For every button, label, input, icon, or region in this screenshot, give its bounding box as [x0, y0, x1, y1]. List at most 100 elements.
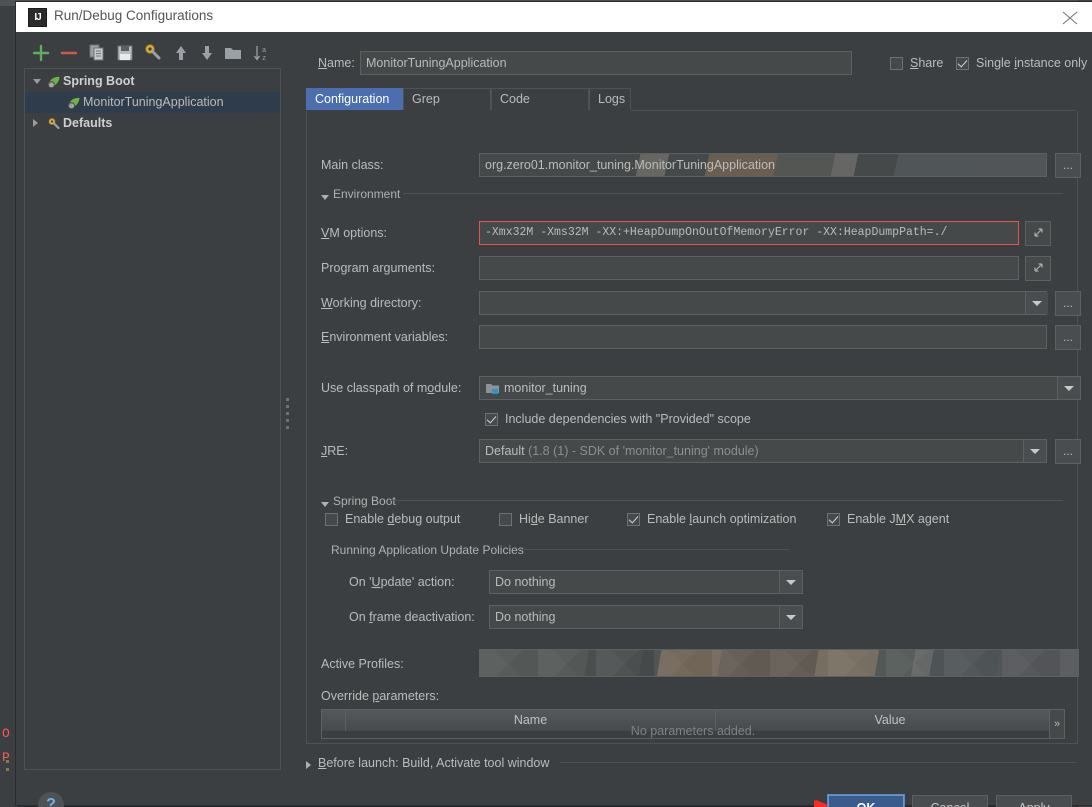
vm-options-expand-button[interactable] [1025, 221, 1051, 246]
use-classpath-value: monitor_tuning [504, 381, 587, 395]
use-classpath-label: Use classpath of module: [321, 381, 462, 395]
on-update-action-label: On 'Update' action: [349, 575, 455, 589]
cancel-button[interactable]: Cancel [912, 795, 988, 807]
apply-button[interactable]: Apply [996, 795, 1072, 807]
close-icon[interactable] [1046, 2, 1092, 32]
include-provided-label: Include dependencies with "Provided" sco… [505, 412, 751, 426]
update-policies-line [519, 549, 789, 550]
tree-node-label: Spring Boot [63, 74, 135, 88]
program-arguments-input[interactable] [479, 256, 1019, 280]
plus-icon[interactable] [30, 42, 52, 64]
on-update-action-combobox[interactable]: Do nothing [489, 570, 803, 594]
ok-button[interactable]: OK [827, 794, 905, 807]
program-arguments-expand-button[interactable] [1025, 256, 1051, 281]
environment-section-line [403, 193, 1063, 194]
tree-node-spring-boot[interactable]: @ Spring Boot [25, 71, 280, 92]
tab-code-coverage[interactable]: Code Coverage [491, 88, 589, 127]
wrench-icon[interactable] [142, 42, 164, 64]
help-button[interactable]: ? [38, 792, 64, 807]
tree-node-defaults[interactable]: Defaults [25, 113, 280, 134]
jre-browse-button[interactable]: ... [1055, 439, 1081, 464]
dialog-title: Run/Debug Configurations [54, 8, 214, 23]
name-input[interactable]: MonitorTuningApplication [360, 51, 852, 75]
spring-boot-section-chevron[interactable] [321, 502, 329, 507]
jre-value: Default [485, 444, 525, 458]
configuration-editor-pane: Name: MonitorTuningApplication Share Sin… [298, 40, 1087, 770]
screen: O P IJ Run/Debug Configurations a z @ Sp… [0, 0, 1092, 807]
jre-combobox[interactable]: Default (1.8 (1) - SDK of 'monitor_tunin… [479, 439, 1047, 463]
enable-launch-optimization-label: Enable launch optimization [647, 512, 797, 526]
tree-node-monitortuningapplication[interactable]: @ MonitorTuningApplication [25, 92, 280, 113]
spring-boot-icon: @ [47, 75, 61, 89]
table-empty-text: No parameters added. [630, 724, 756, 738]
configurations-tree[interactable]: @ Spring Boot @ MonitorTuningApplication… [24, 68, 281, 770]
vm-options-input[interactable]: -Xmx32M -Xms32M -XX:+HeapDumpOnOutOfMemo… [479, 221, 1019, 245]
on-frame-deactivation-dropdown[interactable] [779, 606, 802, 628]
dialog-titlebar: IJ Run/Debug Configurations [16, 2, 1092, 32]
bg-red-char-1: O [2, 726, 10, 741]
enable-launch-optimization-checkbox[interactable] [627, 513, 640, 526]
share-label: Share [910, 56, 944, 70]
intellij-logo-icon: IJ [28, 8, 47, 27]
chevron-down-icon[interactable] [33, 79, 41, 84]
enable-debug-output-checkbox[interactable] [325, 513, 338, 526]
on-frame-deactivation-label: On frame deactivation: [349, 610, 475, 624]
before-launch-row[interactable]: Before launch: Build, Activate tool wind… [306, 756, 549, 770]
render-artifact [480, 650, 1078, 676]
sort-az-icon[interactable]: a z [250, 42, 272, 64]
splitter-handle[interactable] [286, 398, 289, 433]
environment-variables-browse-button[interactable]: ... [1055, 325, 1081, 350]
arrow-up-icon[interactable] [170, 42, 192, 64]
before-launch-line [560, 762, 1076, 763]
chevron-right-icon[interactable] [306, 761, 311, 769]
share-checkbox[interactable] [890, 57, 903, 70]
svg-text:@: @ [49, 83, 54, 88]
tab-configuration[interactable]: Configuration [306, 88, 403, 110]
chevron-right-icon[interactable] [33, 119, 38, 127]
single-instance-only-checkbox[interactable] [956, 57, 969, 70]
spring-boot-section-title: Spring Boot [333, 494, 396, 508]
panel-splitter[interactable] [282, 68, 294, 768]
on-update-action-value: Do nothing [495, 575, 556, 589]
working-directory-dropdown[interactable] [1025, 292, 1048, 314]
main-class-browse-button[interactable]: ... [1055, 153, 1081, 178]
hide-banner-label: Hide Banner [519, 512, 589, 526]
on-update-action-dropdown[interactable] [779, 571, 802, 593]
update-policies-title: Running Application Update Policies [331, 543, 524, 557]
copy-icon[interactable] [86, 42, 108, 64]
include-provided-checkbox[interactable] [485, 413, 498, 426]
run-debug-configurations-dialog: IJ Run/Debug Configurations a z @ Spring… [16, 2, 1092, 807]
enable-jmx-agent-checkbox[interactable] [827, 513, 840, 526]
active-profiles-label: Active Profiles: [321, 657, 404, 671]
jre-dropdown[interactable] [1023, 440, 1046, 462]
working-directory-browse-button[interactable]: ... [1055, 291, 1081, 316]
environment-variables-label: Environment variables: [321, 330, 449, 344]
environment-section-chevron[interactable] [321, 195, 329, 200]
use-classpath-dropdown[interactable] [1057, 377, 1080, 399]
save-icon[interactable] [114, 42, 136, 64]
spring-boot-section-line [391, 500, 1063, 501]
on-frame-deactivation-combobox[interactable]: Do nothing [489, 605, 803, 629]
tab-grep-console[interactable]: Grep Console [403, 88, 491, 127]
folder-icon[interactable] [222, 42, 244, 64]
configurations-toolbar: a z [24, 40, 279, 68]
override-parameters-table[interactable]: Name Value No parameters added. [321, 709, 1065, 739]
active-profiles-input[interactable] [479, 649, 1079, 677]
main-class-input[interactable]: org.zero01.monitor_tuning.MonitorTuningA… [479, 153, 1047, 177]
tree-node-label: MonitorTuningApplication [83, 95, 224, 109]
table-overflow-button[interactable]: » [1049, 709, 1065, 739]
minus-icon[interactable] [58, 42, 80, 64]
hide-banner-checkbox[interactable] [499, 513, 512, 526]
tab-logs[interactable]: Logs [589, 88, 631, 110]
name-label: Name: [318, 56, 355, 70]
enable-debug-output-label: Enable debug output [345, 512, 461, 526]
main-class-value: org.zero01.monitor_tuning.MonitorTuningA… [485, 158, 775, 172]
environment-variables-input[interactable] [479, 325, 1047, 349]
arrow-down-icon[interactable] [196, 42, 218, 64]
on-frame-deactivation-value: Do nothing [495, 610, 556, 624]
working-directory-input[interactable] [479, 291, 1047, 315]
configuration-form: Main class: org.zero01.monitor_tuning.Mo… [306, 111, 1081, 744]
main-class-label: Main class: [321, 158, 384, 172]
svg-text:z: z [262, 55, 266, 63]
use-classpath-combobox[interactable]: monitor_tuning [479, 376, 1081, 400]
